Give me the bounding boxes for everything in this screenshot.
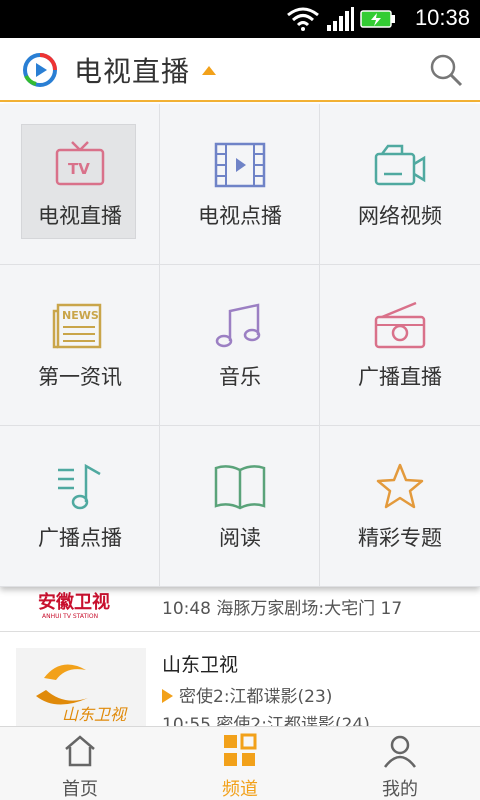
video-camera-icon [374,144,426,186]
film-strip-icon [214,142,265,188]
tab-mine[interactable]: 我的 [320,727,480,800]
bottom-nav: 首页 频道 我的 [0,726,480,800]
battery-charging-icon [360,10,395,28]
menu-item-tv-live[interactable]: TV 电视直播 [0,104,160,265]
page-title[interactable]: 电视直播 [74,50,190,90]
menu-item-music[interactable]: 音乐 [160,265,320,426]
menu-item-label: 阅读 [219,526,261,550]
signal-icon [327,7,354,31]
menu-item-web-video[interactable]: 网络视频 [320,104,480,265]
tab-label: 我的 [382,779,418,800]
grid-icon [224,733,257,766]
menu-item-specials[interactable]: 精彩专题 [320,426,480,587]
menu-item-radio-vod[interactable]: 广播点播 [0,426,160,587]
dropdown-caret-icon[interactable] [202,66,216,75]
now-playing-text: 密使2:江都谍影(23) [179,687,333,707]
now-playing: 密使2:江都谍影(23) [162,682,332,707]
radio-icon [374,301,426,349]
tab-home[interactable]: 首页 [0,727,160,800]
menu-item-label: 精彩专题 [358,526,442,550]
newspaper-icon: NEWS [52,303,101,349]
menu-item-news[interactable]: NEWS 第一资讯 [0,265,160,426]
channel-logo: 安徽卫视 ANHUI TV STATION [38,591,110,620]
search-icon[interactable] [428,52,464,88]
tv-icon: TV [55,141,104,186]
category-menu: TV 电视直播 电视点播 网络视频 NEWS 第一资讯 音乐 广播直播 广播点播… [0,104,480,587]
playing-indicator-icon [162,689,173,703]
menu-item-label: 音乐 [219,365,261,389]
home-icon [65,735,95,767]
status-icons [286,6,396,32]
list-item[interactable]: 山东卫视 山东卫视 密使2:江都谍影(23) 10:55 密使2:江都谍影(24… [0,632,480,726]
app-logo-icon[interactable] [22,52,58,88]
music-note-icon [215,303,260,348]
svg-text:安徽卫视: 安徽卫视 [38,591,110,613]
user-icon [384,735,416,768]
status-clock: 10:38 [414,5,470,30]
menu-item-reading[interactable]: 阅读 [160,426,320,587]
tab-label: 频道 [222,779,258,800]
status-bar: 10:38 [0,0,480,38]
channel-logo: 山东卫视 [16,648,146,726]
list-item[interactable]: 安徽卫视 ANHUI TV STATION 10:48 海豚万家剧场:大宅门 1… [0,586,480,632]
menu-item-tv-vod[interactable]: 电视点播 [160,104,320,265]
menu-item-label: 广播直播 [358,365,442,389]
app-header: 电视直播 [0,38,480,102]
book-icon [214,465,265,510]
menu-item-label: 第一资讯 [38,365,122,389]
svg-text:山东卫视: 山东卫视 [62,705,128,724]
wifi-icon [287,7,319,31]
program-line: 10:48 海豚万家剧场:大宅门 17 [162,599,403,619]
menu-item-radio-live[interactable]: 广播直播 [320,265,480,426]
menu-item-label: 网络视频 [358,204,442,228]
tab-channels[interactable]: 频道 [160,727,320,800]
channel-list: 安徽卫视 ANHUI TV STATION 10:48 海豚万家剧场:大宅门 1… [0,586,480,726]
menu-item-label: 电视点播 [198,204,282,228]
menu-item-label: 广播点播 [38,526,122,550]
music-list-icon [57,463,101,510]
star-icon [376,463,424,509]
svg-text:NEWS: NEWS [62,309,99,322]
tab-label: 首页 [62,779,98,800]
channel-name: 山东卫视 [162,654,239,676]
svg-text:TV: TV [68,160,90,178]
menu-item-label: 电视直播 [38,204,122,228]
svg-text:ANHUI TV STATION: ANHUI TV STATION [42,613,98,620]
next-program: 10:55 密使2:江都谍影(24) [162,715,370,726]
